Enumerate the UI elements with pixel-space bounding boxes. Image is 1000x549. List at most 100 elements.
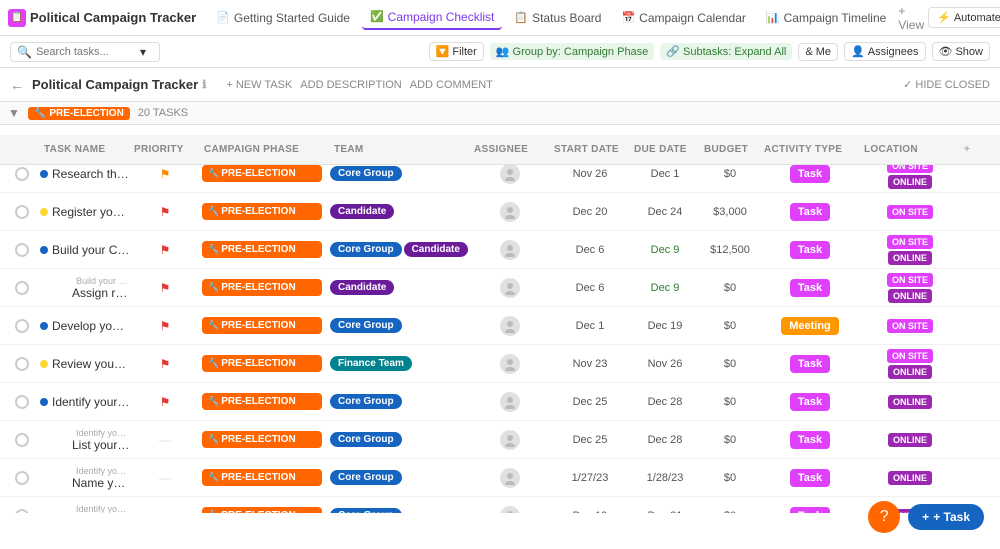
- sub-task-parent-label: Build your Core Group: [72, 276, 130, 286]
- hide-closed-btn[interactable]: ✓ HIDE CLOSED: [903, 78, 990, 91]
- info-icon: ℹ: [202, 78, 206, 91]
- me-btn[interactable]: & Me: [798, 43, 838, 61]
- phase-cell: 🔧 PRE-ELECTION: [200, 165, 330, 182]
- task-checkbox[interactable]: [4, 395, 40, 409]
- start-date-cell: Dec 1: [550, 320, 630, 332]
- phase-badge: 🔧 PRE-ELECTION: [202, 317, 322, 334]
- task-dot: [40, 322, 48, 330]
- location-badge: ONLINE: [888, 471, 932, 485]
- assignee-avatar: [500, 506, 520, 514]
- priority-cell: ⚑: [130, 167, 200, 181]
- add-description-btn[interactable]: ADD DESCRIPTION: [300, 79, 401, 91]
- check-circle[interactable]: [15, 319, 29, 333]
- check-circle[interactable]: [15, 167, 29, 181]
- group-badge-label: PRE-ELECTION: [49, 108, 123, 119]
- table-row: Identify your Key Supporters ⚑ 🔧 PRE-ELE…: [0, 383, 1000, 421]
- assignee-avatar: [500, 278, 520, 298]
- filter-btn[interactable]: 🔽 Filter: [429, 42, 484, 61]
- check-circle[interactable]: [15, 395, 29, 409]
- search-box[interactable]: 🔍 ▾: [10, 42, 160, 62]
- task-checkbox[interactable]: [4, 243, 40, 257]
- hide-closed-label: ✓ HIDE CLOSED: [903, 78, 990, 91]
- fab-add-btn[interactable]: + + Task: [908, 504, 984, 530]
- task-checkbox[interactable]: [4, 205, 40, 219]
- activity-cell: Task: [760, 393, 860, 411]
- search-chevron: ▾: [140, 45, 146, 59]
- due-date-cell: Dec 24: [630, 206, 700, 218]
- activity-badge: Task: [790, 355, 830, 373]
- check-circle[interactable]: [15, 357, 29, 371]
- phase-icon: 🔧: [208, 244, 219, 255]
- task-name-cell: Identify your Key Supporters List your S…: [40, 428, 130, 452]
- phase-label: PRE-ELECTION: [221, 320, 295, 331]
- column-headers: TASK NAME PRIORITY CAMPAIGN PHASE TEAM A…: [0, 135, 1000, 165]
- col-add[interactable]: +: [960, 144, 996, 155]
- assignee-cell: [470, 468, 550, 488]
- search-input[interactable]: [36, 46, 136, 58]
- check-circle[interactable]: [15, 433, 29, 447]
- group-by-btn[interactable]: 👥 Group by: Campaign Phase: [490, 43, 654, 60]
- new-task-btn[interactable]: + NEW TASK: [226, 79, 292, 91]
- phase-cell: 🔧 PRE-ELECTION: [200, 317, 330, 334]
- tab-campaign-checklist[interactable]: ✅ Campaign Checklist: [362, 6, 502, 30]
- table-row: Develop your Timeline ⚑ 🔧 PRE-ELECTION C…: [0, 307, 1000, 345]
- automate-btn[interactable]: ⚡ Automate ▾: [928, 7, 1000, 28]
- subtasks-expand-btn[interactable]: 🔗 Subtasks: Expand All: [660, 43, 792, 60]
- tab-icon-getting-started: 📄: [216, 11, 230, 24]
- col-start-date: START DATE: [550, 144, 630, 155]
- task-name-wrapper: Register your Candidacy: [52, 205, 130, 219]
- task-name-wrapper: Build your Core Group: [52, 243, 130, 257]
- group-badge: 🔧 PRE-ELECTION: [28, 107, 130, 120]
- task-name-text: Assign roles to your campaign team: [72, 286, 130, 300]
- assignee-avatar: [500, 468, 520, 488]
- task-checkbox[interactable]: [4, 509, 40, 514]
- group-toggle[interactable]: ▼: [8, 106, 20, 120]
- task-checkbox[interactable]: [4, 319, 40, 333]
- check-circle[interactable]: [15, 509, 29, 514]
- fab-help-btn[interactable]: ?: [868, 501, 900, 533]
- add-comment-btn[interactable]: ADD COMMENT: [410, 79, 493, 91]
- tab-calendar[interactable]: 📅 Campaign Calendar: [613, 7, 753, 29]
- show-btn[interactable]: 👁 Show: [932, 42, 991, 61]
- secondary-toolbar: 🔍 ▾ 🔽 Filter 👥 Group by: Campaign Phase …: [0, 36, 1000, 68]
- task-name-text: Name your Volunteers: [72, 476, 130, 490]
- check-circle[interactable]: [15, 205, 29, 219]
- assignee-avatar: [500, 354, 520, 374]
- assignee-avatar: [500, 392, 520, 412]
- priority-flag: ⚑: [160, 319, 171, 333]
- task-checkbox[interactable]: [4, 471, 40, 485]
- breadcrumb-bar: ← Political Campaign Tracker ℹ + NEW TAS…: [0, 68, 1000, 102]
- group-icon: 👥: [496, 45, 510, 58]
- assignee-icon-svg: [503, 243, 517, 257]
- task-checkbox[interactable]: [4, 167, 40, 181]
- check-circle[interactable]: [15, 281, 29, 295]
- phase-badge: 🔧 PRE-ELECTION: [202, 507, 322, 513]
- tab-getting-started[interactable]: 📄 Getting Started Guide: [208, 7, 358, 29]
- group-badge-icon: 🔧: [34, 108, 46, 119]
- back-btn[interactable]: ←: [10, 77, 24, 93]
- task-checkbox[interactable]: [4, 357, 40, 371]
- task-checkbox[interactable]: [4, 433, 40, 447]
- add-view-btn[interactable]: + View: [898, 4, 924, 32]
- assignees-btn[interactable]: 👤 Assignees: [844, 42, 925, 61]
- fab-container: ? + + Task: [868, 501, 984, 533]
- subtasks-icon: 🔗: [666, 45, 680, 58]
- me-label: & Me: [805, 46, 831, 58]
- assignee-avatar: [500, 240, 520, 260]
- tab-status-board[interactable]: 📋 Status Board: [506, 7, 609, 29]
- phase-cell: 🔧 PRE-ELECTION: [200, 241, 330, 258]
- check-circle[interactable]: [15, 471, 29, 485]
- task-name-wrapper: Identify your Key Supporters State your …: [72, 504, 130, 514]
- team-cell: Core Group: [330, 432, 470, 447]
- task-name-cell: Identify your Key Supporters Name your V…: [40, 466, 130, 490]
- priority-flag: ⚑: [160, 167, 171, 181]
- budget-cell: $0: [700, 320, 760, 332]
- priority-flag: ⚑: [160, 243, 171, 257]
- team-badge: Core Group: [330, 166, 402, 181]
- task-checkbox[interactable]: [4, 281, 40, 295]
- assignee-avatar: [500, 164, 520, 184]
- task-dot: [40, 398, 48, 406]
- check-circle[interactable]: [15, 243, 29, 257]
- location-cell: ONLINE: [860, 433, 960, 447]
- tab-timeline[interactable]: 📊 Campaign Timeline: [758, 7, 894, 29]
